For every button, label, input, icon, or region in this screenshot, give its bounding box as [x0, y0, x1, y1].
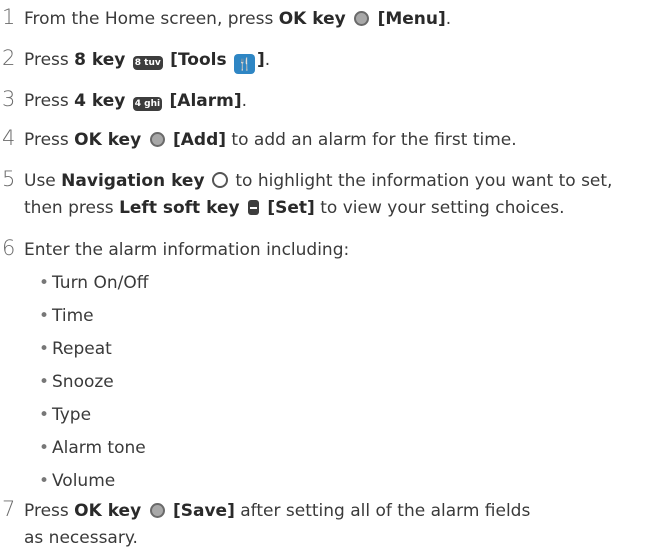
menu-label: [Save]: [172, 501, 235, 521]
menu-label-end: ]: [257, 50, 265, 70]
bullet: •: [39, 405, 50, 425]
menu-label: [Menu]: [377, 9, 446, 29]
step-text-part: Press: [24, 91, 75, 111]
step-text: Press OK key [Add] to add an alarm for t…: [24, 127, 643, 154]
tools-icon: 🍴: [234, 54, 255, 74]
key-name: 4 key: [74, 91, 126, 111]
list-item: • Snooze: [39, 371, 651, 393]
list-item-text: Volume: [52, 471, 116, 491]
key-name: OK key: [74, 130, 142, 150]
left-soft-key-icon: [247, 200, 259, 215]
four-key-icon: 4 ghi: [132, 97, 163, 111]
eight-key-icon: 8 tuv: [132, 56, 163, 70]
step-number: 3: [2, 87, 16, 111]
list-item: • Time: [39, 305, 651, 327]
list-item: • Repeat: [39, 338, 651, 360]
ok-key-icon: [149, 132, 165, 147]
key-name: 8 key: [74, 50, 126, 70]
list-item-text: Snooze: [52, 372, 114, 392]
step-number: 7: [2, 497, 16, 521]
step-text-part: .: [445, 9, 452, 29]
step-text: Press 8 key 8 tuv [Tools 🍴].: [24, 47, 643, 74]
step-text: Enter the alarm information including:: [24, 240, 350, 260]
list-item-text: Repeat: [52, 339, 112, 359]
step-number: 6: [2, 236, 16, 260]
menu-label: [Add]: [172, 130, 227, 150]
list-item-text: Alarm tone: [52, 438, 146, 458]
ok-key-icon: [149, 503, 165, 518]
navigation-key-icon: [211, 172, 228, 188]
step-text-part: to view your setting choices.: [314, 198, 565, 218]
list-item-text: Type: [52, 405, 92, 425]
ok-key-icon: [354, 11, 370, 26]
key-name: OK key: [74, 501, 142, 521]
step-text: Press OK key [Save] after setting all of…: [24, 498, 544, 552]
bullet: •: [39, 306, 50, 326]
step-text-part: Press: [24, 130, 75, 150]
step-text: From the Home screen, press OK key [Menu…: [24, 6, 643, 33]
key-name: Navigation key: [61, 171, 205, 191]
step-number: 4: [2, 126, 16, 150]
list-item: • Type: [39, 404, 651, 426]
menu-label: [Set]: [267, 198, 315, 218]
step-text-part: Press: [24, 501, 75, 521]
step-number: 5: [2, 167, 16, 191]
bullet: •: [39, 438, 50, 458]
step-text: Use Navigation key to highlight the info…: [24, 168, 651, 222]
menu-label: [Tools: [170, 50, 227, 70]
list-item: • Turn On/Off: [39, 272, 651, 294]
step-text-part: Press: [24, 50, 75, 70]
step-text-part: Use: [24, 171, 62, 191]
step-number: 2: [2, 46, 16, 70]
bullet: •: [39, 273, 50, 293]
list-item-text: Turn On/Off: [52, 273, 149, 293]
step-text-part: From the Home screen, press: [24, 9, 279, 29]
step-text: Press 4 key 4 ghi [Alarm].: [24, 88, 643, 115]
step-text-part: .: [264, 50, 271, 70]
bullet: •: [39, 471, 50, 491]
bullet: •: [39, 339, 50, 359]
step-number: 1: [2, 5, 16, 29]
key-name: Left soft key: [119, 198, 240, 218]
step-text-part: .: [241, 91, 248, 111]
list-item: • Alarm tone: [39, 437, 651, 459]
menu-label: [Alarm]: [169, 91, 242, 111]
list-item-text: Time: [52, 306, 94, 326]
step-text-part: to add an alarm for the first time.: [226, 130, 517, 150]
list-item: • Volume: [39, 470, 651, 492]
bullet: •: [39, 372, 50, 392]
key-name: OK key: [278, 9, 346, 29]
